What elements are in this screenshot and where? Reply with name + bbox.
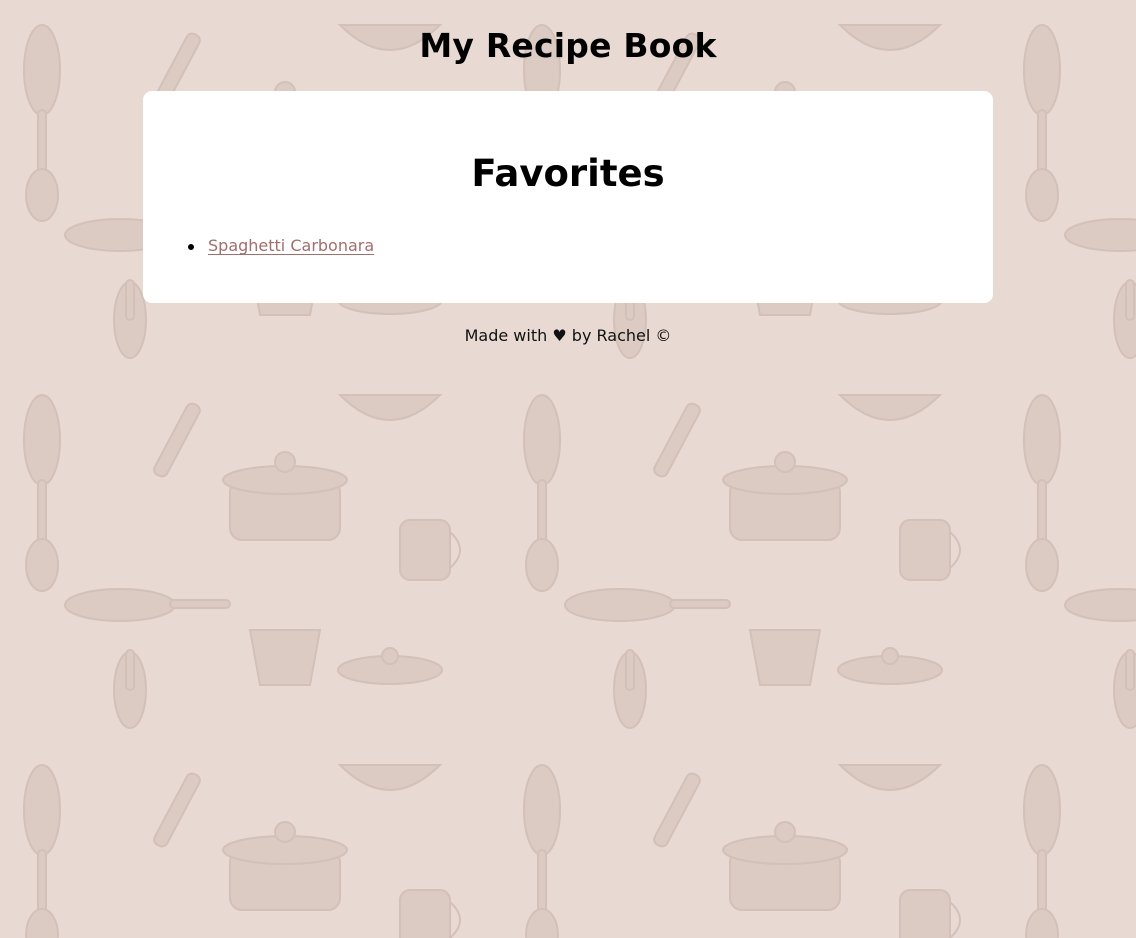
footer-made-with: Made with	[464, 326, 548, 345]
recipe-link-spaghetti-carbonara[interactable]: Spaghetti Carbonara	[208, 236, 374, 255]
favorites-heading: Favorites	[471, 152, 665, 195]
site-title: My Recipe Book	[419, 26, 717, 65]
page: My Recipe Book Favorites Spaghetti Carbo…	[0, 0, 1136, 345]
list-item: Spaghetti Carbonara	[186, 234, 374, 258]
heart-icon: ♥	[552, 326, 567, 345]
favorites-list: Spaghetti Carbonara	[186, 234, 374, 258]
favorites-card	[143, 91, 993, 303]
footer-author: by Rachel ©	[571, 326, 672, 345]
footer: Made with ♥ by Rachel ©	[0, 324, 1136, 348]
